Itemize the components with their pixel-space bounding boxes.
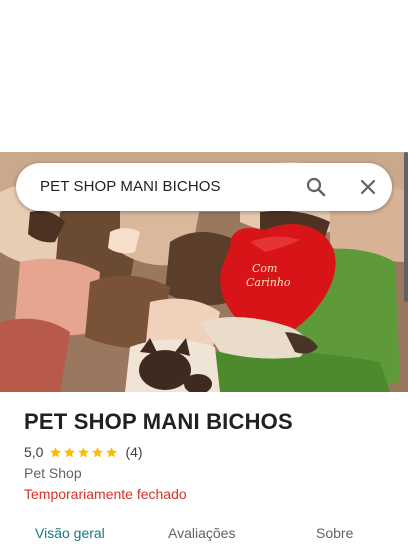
star-icon (92, 446, 104, 457)
tab-about[interactable]: Sobre (316, 525, 353, 541)
place-title: PET SHOP MANI BICHOS (24, 409, 293, 434)
search-input[interactable]: PET SHOP MANI BICHOS (40, 178, 221, 195)
tab-reviews[interactable]: Avaliações (168, 525, 235, 541)
star-rating (49, 446, 119, 459)
search-icon[interactable] (304, 175, 328, 199)
close-icon[interactable] (356, 175, 380, 199)
star-icon (106, 446, 118, 457)
star-icon (50, 446, 62, 457)
tab-overview[interactable]: Visão geral (35, 525, 105, 541)
status-badge: Temporariamente fechado (24, 486, 187, 502)
rating-value: 5,0 (24, 444, 44, 460)
pillow-text-1: Com (252, 262, 277, 275)
review-count[interactable]: (4) (125, 444, 142, 460)
pillow-text-2: Carinho (246, 276, 291, 289)
scrollbar[interactable] (404, 152, 408, 302)
rating-row[interactable]: 5,0 (4) (24, 444, 143, 460)
place-category[interactable]: Pet Shop (24, 465, 82, 481)
star-icon (78, 446, 90, 457)
place-page: Com Carinho PET SHOP MANI BICHOS PET SHO… (0, 0, 408, 544)
place-tabs: Visão geral Avaliações Sobre (0, 520, 408, 544)
star-icon (64, 446, 76, 457)
search-bar[interactable]: PET SHOP MANI BICHOS (16, 163, 392, 211)
